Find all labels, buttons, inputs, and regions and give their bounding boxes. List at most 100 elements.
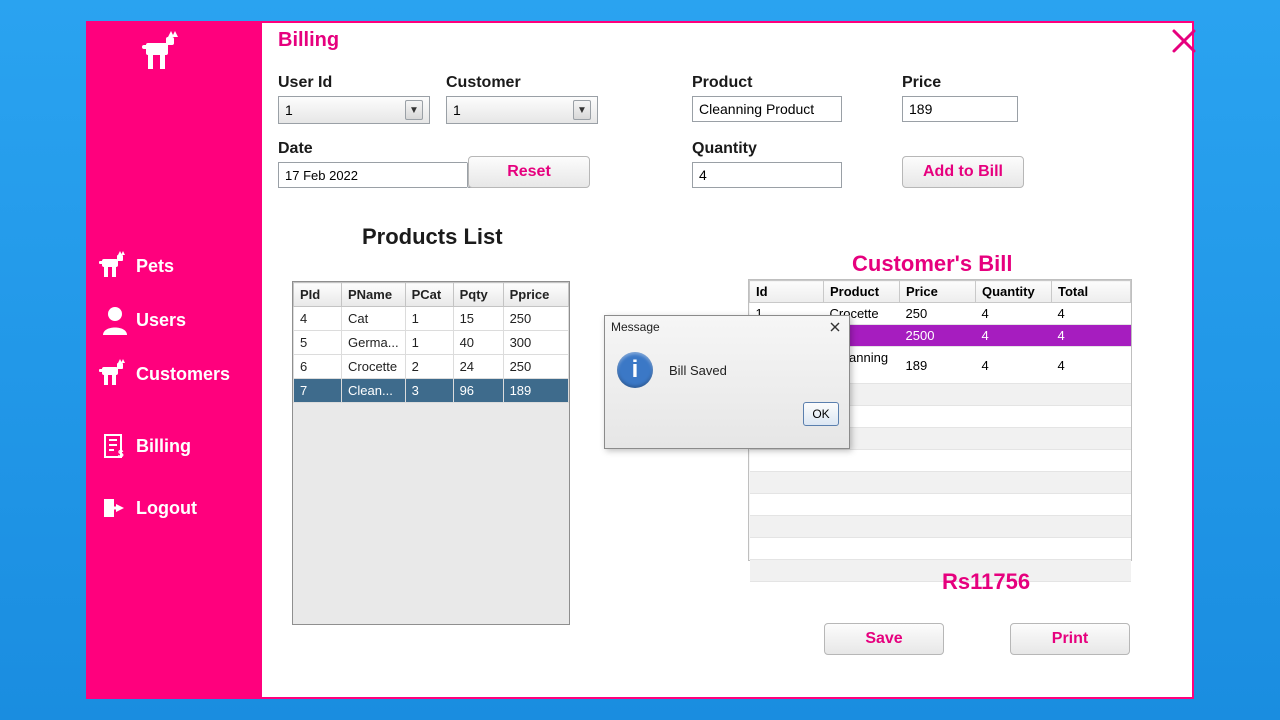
page-title: Billing <box>278 29 1170 58</box>
reset-button[interactable]: Reset <box>468 156 590 188</box>
table-row[interactable]: 7Clean...396189 <box>294 379 569 403</box>
cell: 1 <box>405 307 453 331</box>
sidebar-item-billing[interactable]: $ Billing <box>88 421 262 471</box>
cell: 3 <box>405 379 453 403</box>
table-row-empty <box>750 450 1131 472</box>
cell: 189 <box>503 379 568 403</box>
table-row-empty <box>750 516 1131 538</box>
cell: 40 <box>453 331 503 355</box>
sidebar-item-label: Customers <box>136 364 230 385</box>
dialog-title: Message <box>611 320 660 334</box>
chevron-down-icon: ▼ <box>573 100 591 120</box>
price-input[interactable] <box>902 96 1018 122</box>
user-id-label: User Id <box>278 74 430 92</box>
info-icon: i <box>617 352 653 388</box>
cell: 7 <box>294 379 342 403</box>
print-button[interactable]: Print <box>1010 623 1130 655</box>
cell: 4 <box>976 347 1052 384</box>
sidebar: Pets Users Customers $ Billing <box>88 23 262 697</box>
quantity-input[interactable] <box>692 162 842 188</box>
logo <box>88 29 262 89</box>
pet-logo-icon <box>138 29 184 75</box>
cell: 4 <box>294 307 342 331</box>
sidebar-item-users[interactable]: Users <box>88 293 262 347</box>
col-id[interactable]: Id <box>750 281 824 303</box>
cell: 4 <box>976 303 1052 325</box>
cell: 2500 <box>900 325 976 347</box>
date-input[interactable] <box>278 162 467 188</box>
table-row-empty <box>750 494 1131 516</box>
sidebar-item-label: Users <box>136 310 186 331</box>
close-button[interactable] <box>1164 21 1204 61</box>
table-row-empty <box>750 472 1131 494</box>
sidebar-item-pets[interactable]: Pets <box>88 239 262 293</box>
products-table[interactable]: PId PName PCat Pqty Pprice 4Cat1152505Ge… <box>292 281 570 625</box>
cell: 189 <box>900 347 976 384</box>
cell: Cat <box>342 307 406 331</box>
cell: 4 <box>1052 325 1131 347</box>
col-pqty[interactable]: Pqty <box>453 283 503 307</box>
message-dialog: Message i Bill Saved OK <box>604 315 850 449</box>
table-row-empty <box>750 538 1131 560</box>
customer-label: Customer <box>446 74 598 92</box>
pet-icon <box>94 251 136 281</box>
dialog-ok-button[interactable]: OK <box>803 402 839 426</box>
cell: Germa... <box>342 331 406 355</box>
user-id-select[interactable]: 1 ▼ <box>278 96 430 124</box>
table-row[interactable]: 5Germa...140300 <box>294 331 569 355</box>
cell: 24 <box>453 355 503 379</box>
cell: 250 <box>503 307 568 331</box>
sidebar-item-label: Billing <box>136 436 191 457</box>
dialog-message: Bill Saved <box>669 363 727 378</box>
app-window: Pets Users Customers $ Billing <box>86 21 1194 699</box>
col-product[interactable]: Product <box>824 281 900 303</box>
user-id-value: 1 <box>285 102 293 118</box>
cell: 15 <box>453 307 503 331</box>
table-row[interactable]: 6Crocette224250 <box>294 355 569 379</box>
cell: 4 <box>1052 347 1131 384</box>
cell: 96 <box>453 379 503 403</box>
col-pcat[interactable]: PCat <box>405 283 453 307</box>
cell: 4 <box>976 325 1052 347</box>
cell: 300 <box>503 331 568 355</box>
date-label: Date <box>278 140 428 158</box>
product-input[interactable] <box>692 96 842 122</box>
cell: Clean... <box>342 379 406 403</box>
cell: 4 <box>1052 303 1131 325</box>
dialog-titlebar[interactable]: Message <box>605 316 849 338</box>
save-button[interactable]: Save <box>824 623 944 655</box>
cell: 5 <box>294 331 342 355</box>
billing-icon: $ <box>94 433 136 459</box>
user-icon <box>94 305 136 335</box>
sidebar-item-label: Pets <box>136 256 174 277</box>
col-pname[interactable]: PName <box>342 283 406 307</box>
products-heading: Products List <box>362 224 1170 250</box>
add-to-bill-button[interactable]: Add to Bill <box>902 156 1024 188</box>
svg-text:$: $ <box>118 449 124 459</box>
date-picker[interactable] <box>278 162 428 188</box>
sidebar-item-customers[interactable]: Customers <box>88 347 262 401</box>
chevron-down-icon: ▼ <box>405 100 423 120</box>
cell: 250 <box>503 355 568 379</box>
col-quantity[interactable]: Quantity <box>976 281 1052 303</box>
quantity-label: Quantity <box>692 140 842 158</box>
col-total[interactable]: Total <box>1052 281 1131 303</box>
customer-select[interactable]: 1 ▼ <box>446 96 598 124</box>
sidebar-item-label: Logout <box>136 498 197 519</box>
close-icon <box>1170 27 1198 55</box>
cell: 250 <box>900 303 976 325</box>
cell: 2 <box>405 355 453 379</box>
cell: 6 <box>294 355 342 379</box>
col-pid[interactable]: PId <box>294 283 342 307</box>
cell: Crocette <box>342 355 406 379</box>
table-row[interactable]: 4Cat115250 <box>294 307 569 331</box>
bill-heading: Customer's Bill <box>852 251 1013 277</box>
col-price[interactable]: Price <box>900 281 976 303</box>
nav: Pets Users Customers $ Billing <box>88 89 262 531</box>
col-pprice[interactable]: Pprice <box>503 283 568 307</box>
price-label: Price <box>902 74 1018 92</box>
sidebar-item-logout[interactable]: Logout <box>88 485 262 531</box>
dialog-close-button[interactable] <box>827 319 843 335</box>
bill-total: Rs11756 <box>942 569 1030 595</box>
product-label: Product <box>692 74 842 92</box>
